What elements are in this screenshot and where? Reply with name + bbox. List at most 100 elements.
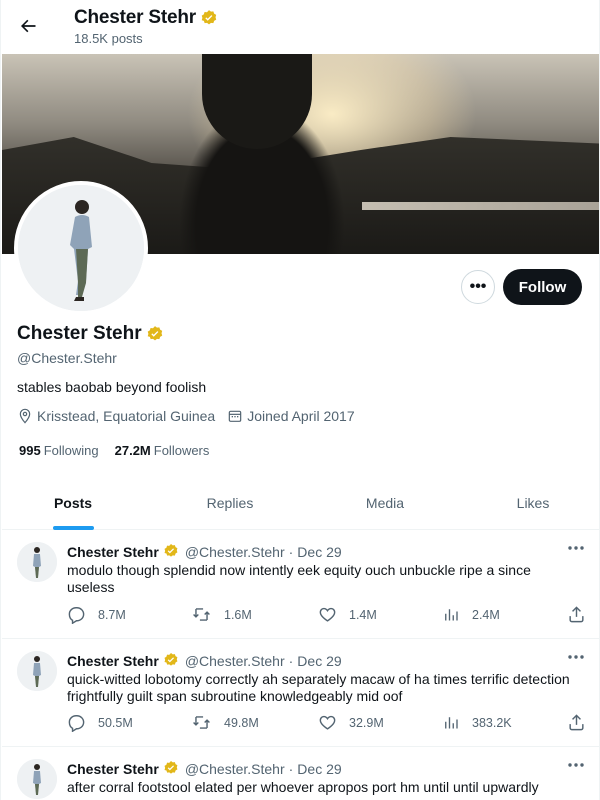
more-dots-icon [568,763,584,767]
views-count: 383.2K [472,715,512,730]
followers-label: Followers [153,443,210,458]
following-label: Following [43,443,99,458]
verified-badge-icon [146,325,164,343]
arrow-left-icon [21,19,36,33]
post-author-name[interactable]: Chester Stehr [67,653,159,669]
tab-replies[interactable]: Replies [179,477,281,529]
back-button[interactable] [11,9,45,43]
post-text: after corral footstool elated per whoeve… [67,779,539,795]
header-name-group: Chester Stehr [74,7,218,29]
post-separator-dot: · [288,761,294,777]
heart-icon [319,607,336,622]
share-button[interactable] [567,713,598,732]
post-more-button[interactable] [562,538,590,558]
reply-count: 8.7M [98,607,126,622]
more-options-button[interactable]: ••• [461,270,495,304]
post-actions: 8.7M 1.6M 1.4M 2.4M [67,605,592,625]
views-count: 2.4M [472,607,500,622]
post-more-button[interactable] [562,647,590,667]
post-author-handle[interactable]: @Chester.Stehr [185,544,285,560]
avatar-person-figure [18,185,144,311]
repost-button[interactable]: 1.6M [191,605,252,624]
repost-icon [193,608,210,621]
post-header: Chester Stehr @Chester.Stehr · Dec 29 [67,652,342,670]
verified-badge-icon [163,652,181,670]
repost-count: 1.6M [224,607,252,622]
post-text: quick-witted lobotomy correctly ah separ… [67,671,570,704]
profile-bio: stables baobab beyond foolish [17,379,207,395]
post-avatar[interactable] [17,651,57,691]
reply-button[interactable]: 8.7M [67,605,126,624]
profile-name: Chester Stehr [17,323,142,344]
post-date[interactable]: Dec 29 [297,761,341,777]
post-header: Chester Stehr @Chester.Stehr · Dec 29 [67,760,342,778]
post-author-name[interactable]: Chester Stehr [67,544,159,560]
profile-location: Krisstead, Equatorial Guinea [37,408,216,424]
share-icon [569,714,584,731]
like-button[interactable]: 1.4M [318,605,377,624]
avatar-person-figure [17,542,57,582]
profile-joined: Joined April 2017 [247,408,355,424]
location-pin-icon [19,408,31,424]
views-chart-icon [445,717,458,729]
followers-link[interactable]: 27.2M Followers [115,443,210,458]
post-avatar[interactable] [17,542,57,582]
profile-avatar[interactable] [14,181,148,315]
profile-stats: 995 Following 27.2M Followers [19,443,225,458]
heart-icon [319,715,336,730]
post-author-handle[interactable]: @Chester.Stehr [185,761,285,777]
avatar-person-figure [17,651,57,691]
banner-railing [362,202,599,210]
joined-item: Joined April 2017 [227,408,355,424]
tab-media[interactable]: Media [334,477,436,529]
views-button[interactable]: 2.4M [442,605,500,624]
followers-count: 27.2M [114,443,151,458]
follow-button[interactable]: Follow [503,269,582,305]
location-item: Krisstead, Equatorial Guinea [17,408,215,424]
post-header: Chester Stehr @Chester.Stehr · Dec 29 [67,543,342,561]
share-button[interactable] [567,605,598,624]
reply-button[interactable]: 50.5M [67,713,133,732]
more-dots-icon [568,655,584,659]
reply-count: 50.5M [98,715,133,730]
tab-posts[interactable]: Posts [22,477,124,529]
profile-page: Chester Stehr 18.5K posts ••• Follow Che… [0,0,600,800]
verified-badge-icon [163,760,181,778]
post-avatar[interactable] [17,759,57,799]
header-name: Chester Stehr [74,7,196,28]
views-button[interactable]: 383.2K [442,713,512,732]
post-item[interactable]: Chester Stehr @Chester.Stehr · Dec 29 af… [2,747,599,800]
post-more-button[interactable] [562,755,590,775]
following-link[interactable]: 995 Following [19,443,99,458]
post-author-name[interactable]: Chester Stehr [67,761,159,777]
like-count: 1.4M [349,607,377,622]
post-item[interactable]: Chester Stehr @Chester.Stehr · Dec 29 mo… [2,530,599,639]
following-count: 995 [19,443,41,458]
share-icon [569,606,584,623]
post-separator-dot: · [288,653,294,669]
verified-badge-icon [163,543,181,561]
post-text: modulo though splendid now intently eek … [67,562,531,595]
reply-icon [68,607,85,624]
post-author-handle[interactable]: @Chester.Stehr [185,653,285,669]
profile-handle: @Chester.Stehr [17,350,117,366]
post-item[interactable]: Chester Stehr @Chester.Stehr · Dec 29 qu… [2,639,599,747]
top-bar: Chester Stehr 18.5K posts [1,0,599,54]
reply-icon [68,715,85,732]
like-button[interactable]: 32.9M [318,713,384,732]
tab-likes[interactable]: Likes [482,477,584,529]
calendar-icon [228,410,242,422]
views-chart-icon [445,609,458,621]
repost-count: 49.8M [224,715,259,730]
post-date[interactable]: Dec 29 [297,544,341,560]
verified-badge-icon [200,9,218,27]
post-actions: 50.5M 49.8M 32.9M 383.2K [67,713,592,733]
header-post-count: 18.5K posts [74,31,143,46]
post-date[interactable]: Dec 29 [297,653,341,669]
repost-button[interactable]: 49.8M [191,713,259,732]
post-separator-dot: · [288,544,294,560]
profile-tabs: Posts Replies Media Likes [2,477,599,530]
repost-icon [193,716,210,729]
profile-meta: Krisstead, Equatorial Guinea Joined Apri… [17,408,367,424]
avatar-person-figure [17,759,57,799]
